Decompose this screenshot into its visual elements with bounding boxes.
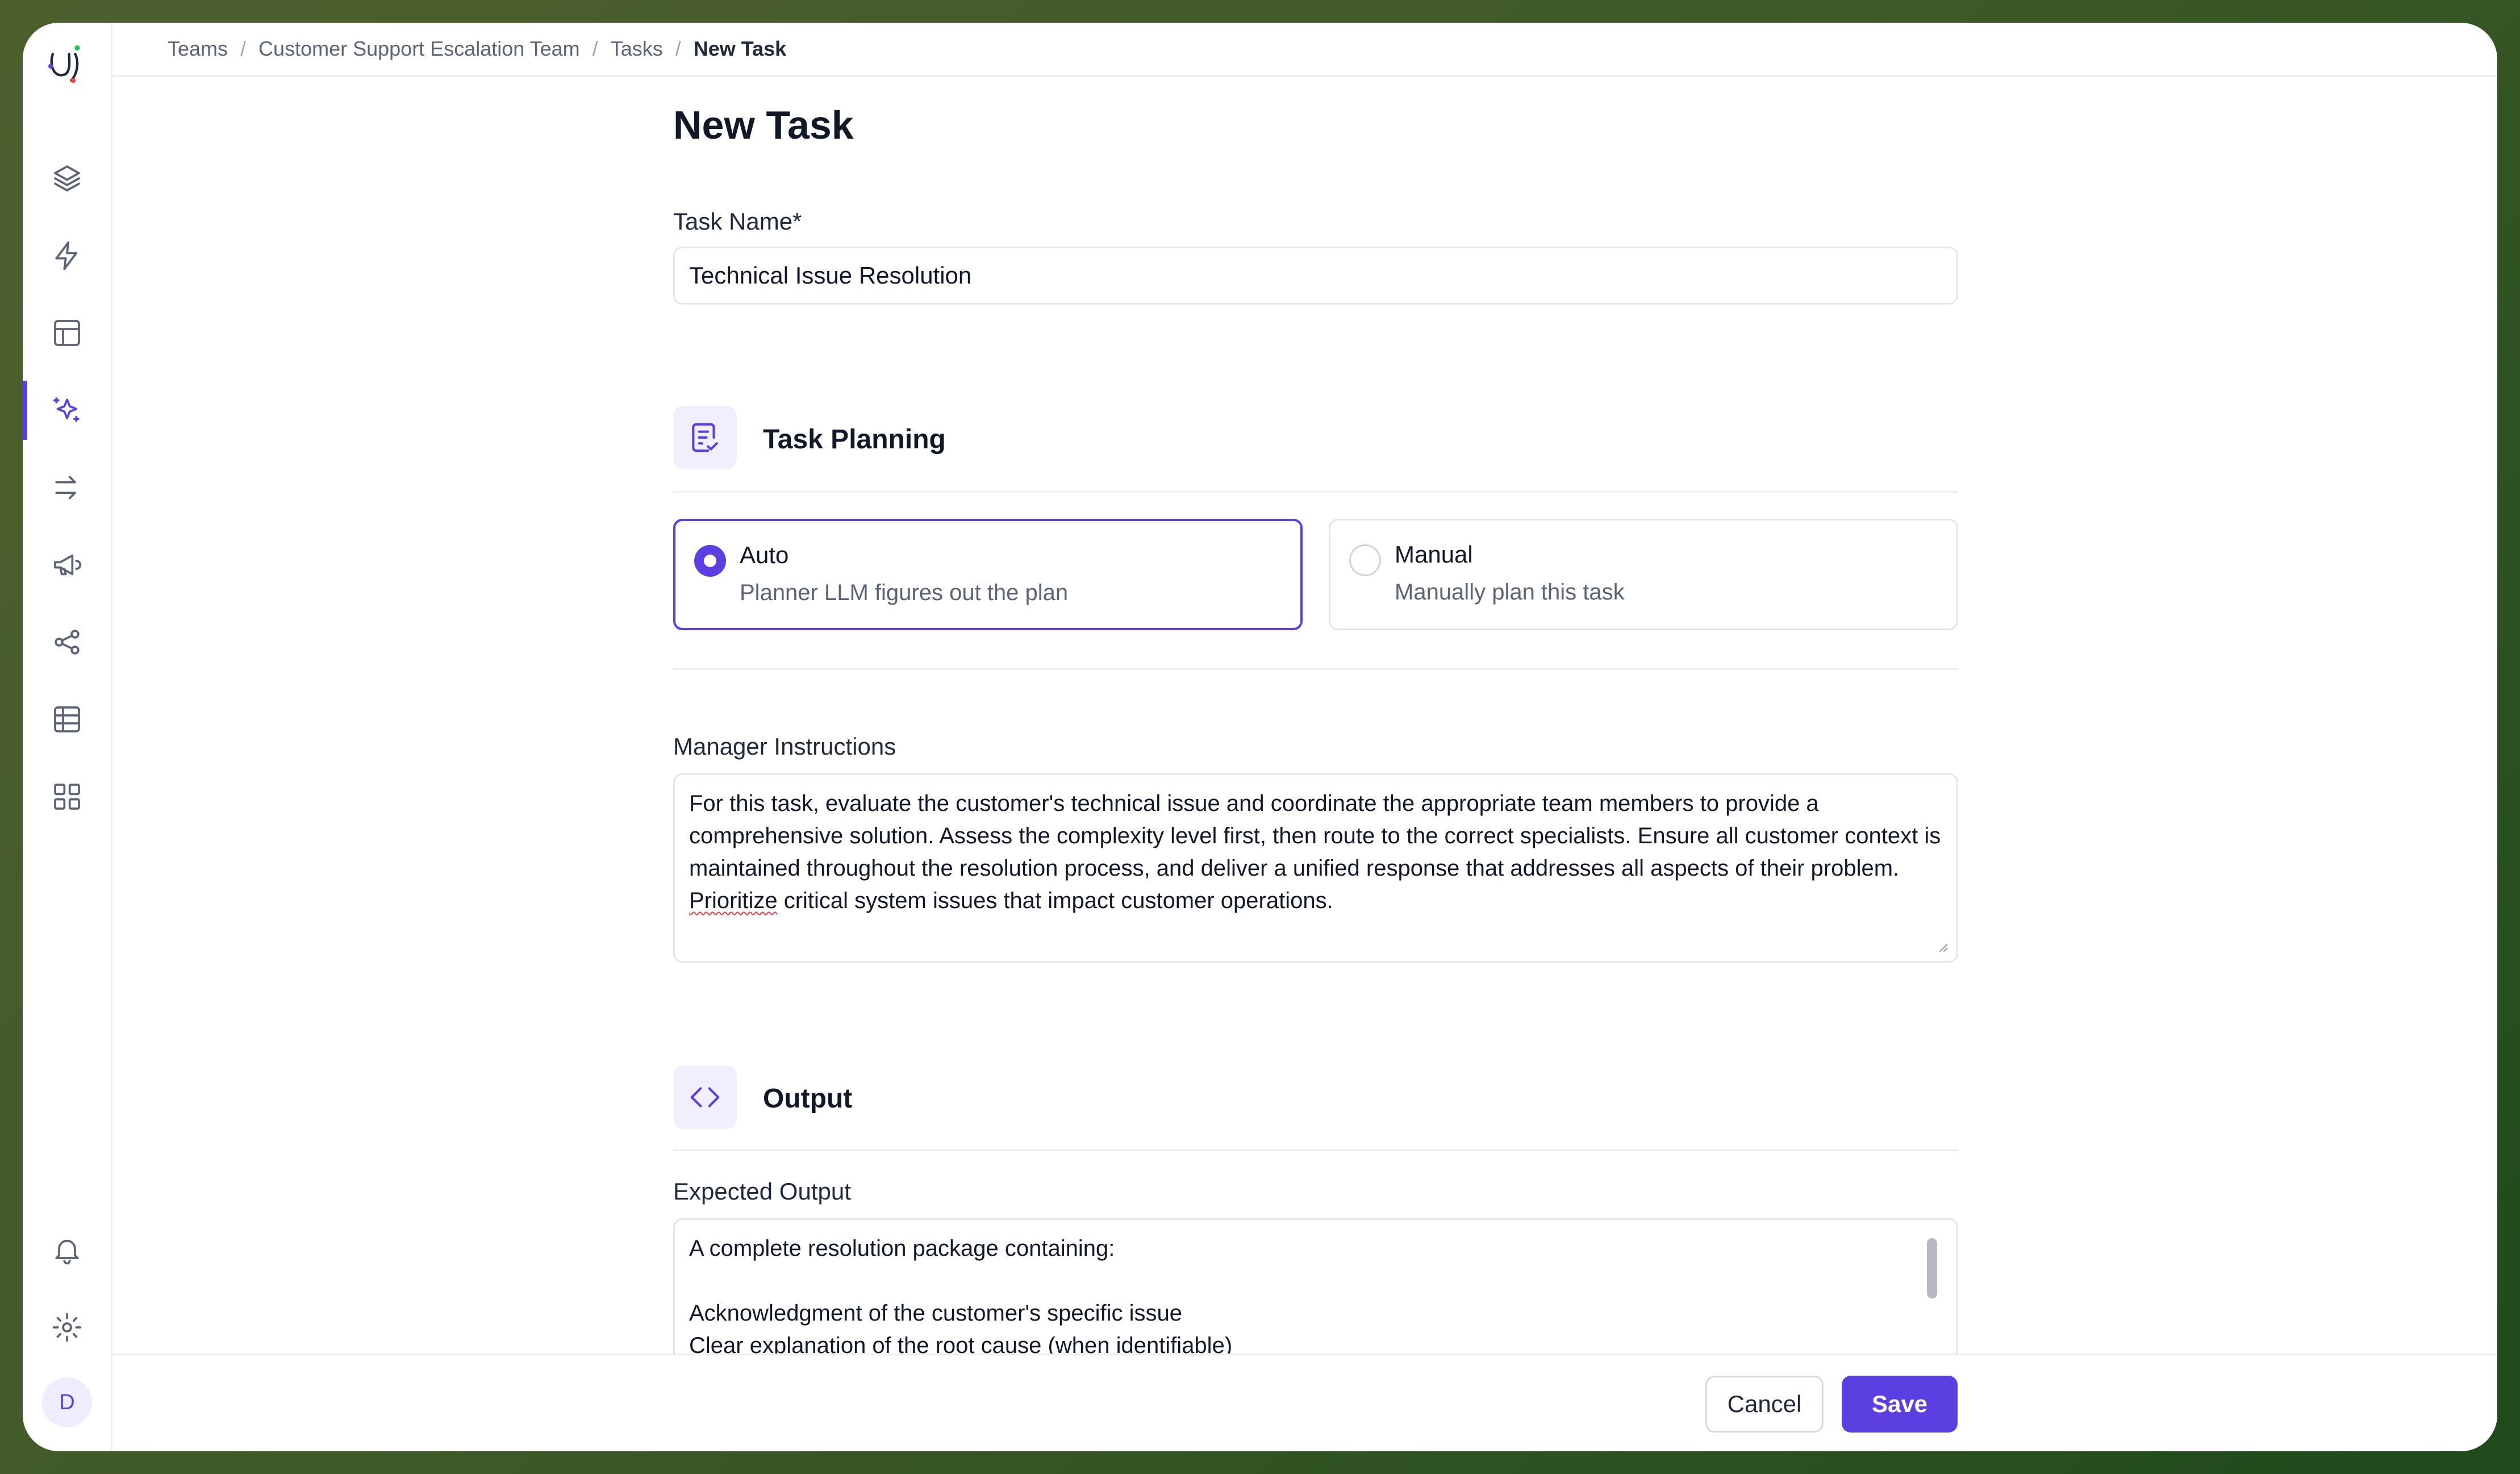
breadcrumb-current: New Task: [693, 37, 787, 60]
grid-icon: [53, 784, 80, 810]
planning-option-auto[interactable]: Auto Planner LLM figures out the plan: [673, 519, 1303, 630]
sparkles-icon: [53, 397, 80, 422]
auto-option-description: Planner LLM figures out the plan: [740, 580, 1069, 605]
nav-sparkles[interactable]: [23, 381, 111, 440]
manual-option-description: Manually plan this task: [1395, 580, 1625, 605]
breadcrumb: Teams / Customer Support Escalation Team…: [112, 23, 2497, 77]
page-title: New Task: [673, 103, 854, 147]
instructions-text: For this task, evaluate the customer's t…: [689, 791, 1947, 881]
breadcrumb-team[interactable]: Customer Support Escalation Team: [258, 37, 580, 61]
megaphone-icon: [53, 554, 81, 576]
checklist-icon: [692, 423, 718, 452]
lightning-icon: [55, 241, 77, 270]
layers-icon: [53, 165, 80, 191]
manual-radio[interactable]: [1349, 544, 1381, 576]
breadcrumb-separator: /: [240, 37, 247, 60]
code-icon: [690, 1087, 720, 1107]
textarea-scrollbar[interactable]: [1927, 1238, 1937, 1298]
task-name-label: Task Name*: [673, 208, 802, 235]
breadcrumb-teams[interactable]: Teams: [168, 37, 228, 61]
breadcrumb-separator: /: [675, 37, 681, 60]
breadcrumb-separator: /: [592, 37, 598, 60]
task-planning-title: Task Planning: [763, 424, 946, 455]
divider: [673, 491, 1958, 493]
manual-option-title: Manual: [1395, 541, 1473, 568]
nav-notifications[interactable]: [23, 1221, 111, 1280]
nav-layers[interactable]: [23, 149, 111, 208]
nav-grid[interactable]: [23, 767, 111, 826]
nav-layout[interactable]: [23, 303, 111, 363]
cancel-button[interactable]: Cancel: [1705, 1376, 1824, 1433]
planning-option-manual[interactable]: Manual Manually plan this task: [1329, 519, 1958, 630]
resize-handle-icon[interactable]: [1936, 940, 1949, 953]
manager-instructions-textarea[interactable]: For this task, evaluate the customer's t…: [673, 773, 1958, 963]
nav-settings[interactable]: [23, 1298, 111, 1357]
app-window: D Teams / Customer Support Escalation Te…: [23, 23, 2497, 1451]
auto-radio[interactable]: [694, 545, 726, 577]
sidebar: D: [23, 23, 112, 1451]
output-icon-box: [673, 1065, 737, 1129]
spellcheck-flagged-word: Prioritize: [689, 888, 778, 913]
table-icon: [53, 706, 80, 732]
app-logo[interactable]: [43, 40, 91, 89]
layout-icon: [53, 320, 80, 346]
gear-icon: [52, 1313, 81, 1342]
divider: [673, 668, 1958, 670]
bell-icon: [55, 1239, 79, 1265]
user-avatar[interactable]: D: [42, 1377, 92, 1427]
manager-instructions-label: Manager Instructions: [673, 733, 896, 760]
route-arrows-icon: [55, 476, 76, 499]
share-icon: [54, 630, 80, 655]
task-name-input[interactable]: [673, 247, 1958, 305]
nav-megaphone[interactable]: [23, 535, 111, 594]
nav-table[interactable]: [23, 690, 111, 749]
divider: [673, 1149, 1958, 1151]
task-planning-icon-box: [673, 406, 737, 469]
nav-lightning[interactable]: [23, 226, 111, 285]
expected-output-label: Expected Output: [673, 1178, 851, 1205]
nav-route[interactable]: [23, 458, 111, 517]
output-title: Output: [763, 1084, 853, 1114]
form-footer: Cancel Save: [112, 1354, 2497, 1451]
instructions-text-end: critical system issues that impact custo…: [777, 888, 1333, 913]
nav-share[interactable]: [23, 613, 111, 672]
save-button[interactable]: Save: [1842, 1376, 1958, 1433]
auto-option-title: Auto: [740, 542, 789, 568]
breadcrumb-tasks[interactable]: Tasks: [611, 37, 663, 61]
